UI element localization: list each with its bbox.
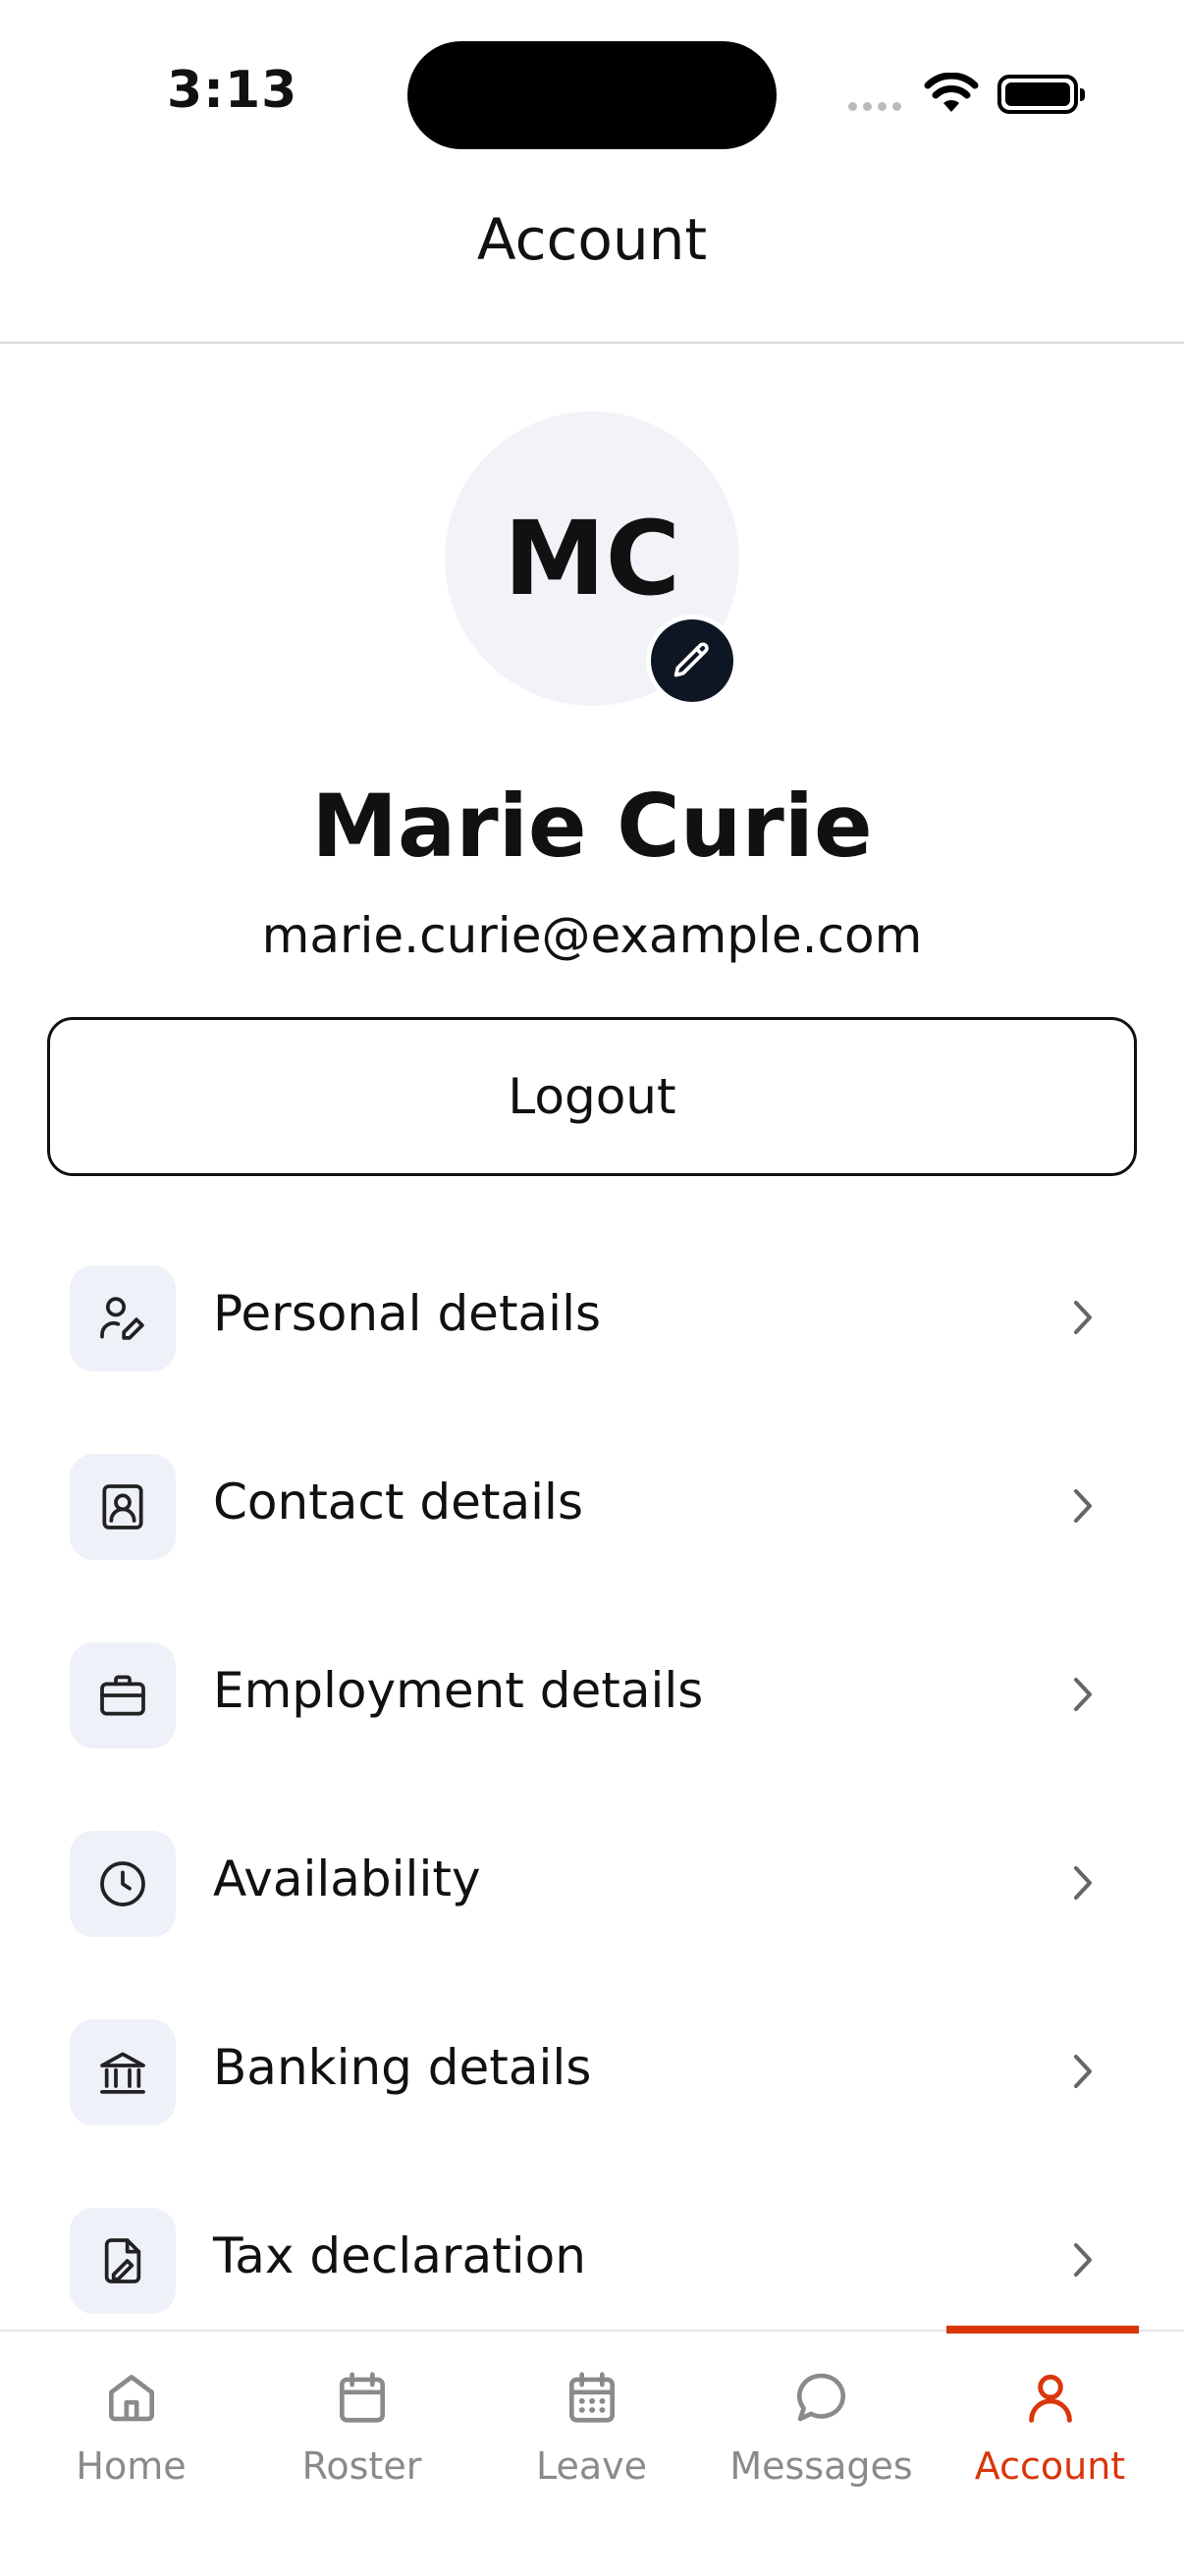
- chevron-right-icon: [1074, 1301, 1092, 1334]
- tab-label: Leave: [535, 2444, 648, 2488]
- menu-icon-tile: [70, 2019, 176, 2125]
- chevron-right-icon: [1074, 2055, 1092, 2088]
- home-icon: [108, 2375, 154, 2422]
- document-sign-icon: [104, 2238, 141, 2283]
- pencil-icon: [673, 642, 709, 677]
- chat-bubble-icon: [796, 2373, 845, 2422]
- wifi-icon: [924, 73, 979, 112]
- battery-icon: [997, 75, 1085, 114]
- user-edit-icon: [100, 1297, 144, 1340]
- logout-button[interactable]: Logout: [47, 1017, 1137, 1176]
- tab-home[interactable]: Home: [17, 2332, 245, 2576]
- page-title: Account: [476, 206, 708, 273]
- chevron-right-icon: [1074, 2243, 1092, 2277]
- tab-label: Messages: [729, 2444, 913, 2488]
- briefcase-icon: [100, 1675, 145, 1716]
- menu-item-banking-details[interactable]: Banking details: [0, 1978, 1184, 2167]
- menu-item-contact-details[interactable]: Contact details: [0, 1413, 1184, 1601]
- edit-avatar-button[interactable]: [646, 615, 738, 707]
- avatar-initials: MC: [504, 499, 680, 618]
- menu-item-label: Contact details: [213, 1474, 584, 1530]
- menu-item-availability[interactable]: Availability: [0, 1790, 1184, 1978]
- menu-item-personal-details[interactable]: Personal details: [0, 1224, 1184, 1413]
- clock-icon: [100, 1861, 145, 1906]
- calendar-icon: [339, 2372, 385, 2423]
- bank-icon: [100, 2052, 145, 2094]
- tab-label: Roster: [301, 2444, 422, 2488]
- tab-label: Home: [76, 2444, 187, 2488]
- tab-account[interactable]: Account: [936, 2332, 1164, 2576]
- menu-icon-tile: [70, 1454, 176, 1560]
- user-email: marie.curie@example.com: [261, 907, 923, 964]
- header-divider: [0, 342, 1184, 344]
- menu-item-label: Availability: [213, 1851, 481, 1907]
- menu-icon-tile: [70, 2208, 176, 2314]
- chevron-right-icon: [1074, 1866, 1092, 1900]
- menu-icon-tile: [70, 1642, 176, 1748]
- tab-bar: Home Roster Leave Messages Account: [0, 2326, 1184, 2576]
- cellular-signal-icon: [848, 102, 907, 112]
- menu-item-label: Employment details: [213, 1662, 704, 1719]
- menu-icon-tile: [70, 1265, 176, 1371]
- user-icon: [1028, 2374, 1072, 2423]
- tab-messages[interactable]: Messages: [707, 2332, 936, 2576]
- dynamic-island: [407, 41, 777, 149]
- calendar-grid-icon: [568, 2372, 615, 2423]
- menu-item-label: Personal details: [213, 1285, 602, 1342]
- contact-card-icon: [102, 1484, 143, 1530]
- menu-item-employment-details[interactable]: Employment details: [0, 1601, 1184, 1790]
- chevron-right-icon: [1074, 1678, 1092, 1711]
- tab-label: Account: [974, 2444, 1126, 2488]
- chevron-right-icon: [1074, 1489, 1092, 1523]
- tab-leave[interactable]: Leave: [477, 2332, 706, 2576]
- user-name: Marie Curie: [311, 776, 873, 877]
- tab-roster[interactable]: Roster: [247, 2332, 476, 2576]
- menu-icon-tile: [70, 1831, 176, 1937]
- menu-item-label: Banking details: [213, 2039, 592, 2096]
- status-time: 3:13: [167, 61, 298, 120]
- menu-item-label: Tax declaration: [213, 2227, 586, 2284]
